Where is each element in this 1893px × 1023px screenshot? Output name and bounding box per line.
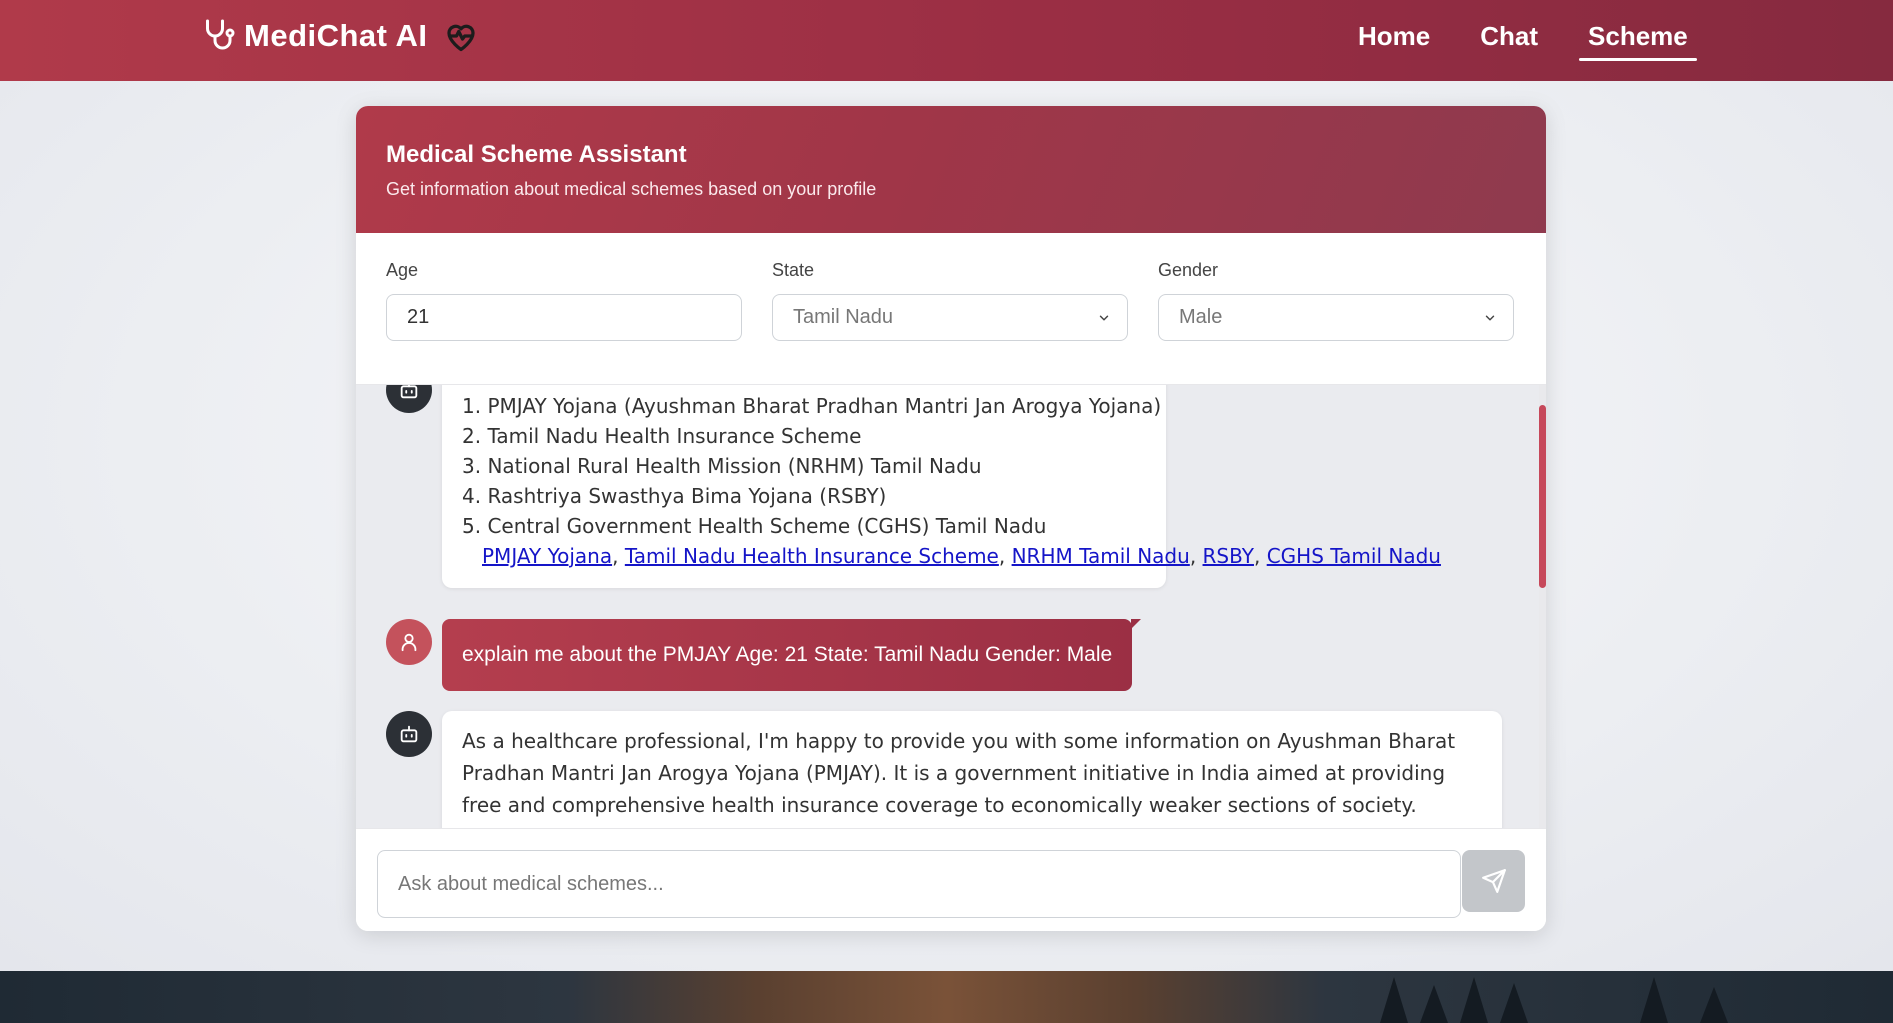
gender-select-value: Male — [1179, 306, 1223, 328]
nav-links: Home Chat Scheme — [1358, 0, 1738, 81]
age-input[interactable]: 21 — [386, 294, 742, 341]
list-item-text: Tamil Nadu Health Insurance Scheme — [487, 424, 862, 448]
age-field: Age 21 — [386, 260, 742, 341]
list-item: 1. PMJAY Yojana (Ayushman Bharat Pradhan… — [462, 391, 1161, 421]
background-scenery — [0, 971, 1893, 1023]
list-item-number: 5. — [462, 514, 482, 538]
list-item-number: 4. — [462, 484, 482, 508]
robot-icon — [400, 385, 418, 399]
link-rsby[interactable]: RSBY — [1203, 544, 1254, 568]
chat-scrollbar-thumb[interactable] — [1539, 405, 1546, 588]
user-avatar — [386, 619, 432, 665]
list-item: 3. National Rural Health Mission (NRHM) … — [462, 451, 1161, 481]
nav-link-chat[interactable]: Chat — [1480, 0, 1538, 81]
bot-message: As a healthcare professional, I'm happy … — [442, 711, 1502, 828]
nav-link-scheme[interactable]: Scheme — [1579, 0, 1697, 81]
user-icon — [401, 633, 417, 652]
state-field: State Tamil Nadu — [772, 260, 1128, 341]
chat-input-area: Ask about medical schemes... — [356, 828, 1546, 931]
tree-silhouette — [1460, 977, 1488, 1023]
heart-pulse-icon — [447, 24, 476, 52]
age-label: Age — [386, 260, 419, 280]
gender-field: Gender Male — [1158, 260, 1514, 341]
scheme-assistant-card: Medical Scheme Assistant Get information… — [356, 106, 1546, 931]
brand-title: MediChat AI — [244, 18, 428, 53]
tree-silhouette — [1380, 977, 1408, 1023]
scheme-links: PMJAY Yojana, Tamil Nadu Health Insuranc… — [462, 541, 1441, 571]
state-select-value: Tamil Nadu — [793, 306, 894, 328]
list-item-number: 2. — [462, 424, 482, 448]
bot-message: 1. PMJAY Yojana (Ayushman Bharat Pradhan… — [442, 385, 1441, 588]
tree-silhouette — [1640, 977, 1668, 1023]
list-item-text: PMJAY Yojana (Ayushman Bharat Pradhan Ma… — [487, 394, 1162, 418]
link-separator: , — [1189, 544, 1203, 568]
brand[interactable]: MediChat AI — [200, 18, 479, 54]
card-header: Medical Scheme Assistant Get information… — [356, 106, 1546, 233]
bot-avatar — [386, 385, 432, 413]
robot-icon — [400, 725, 418, 743]
list-item: 2. Tamil Nadu Health Insurance Scheme — [462, 421, 1161, 451]
link-separator: , — [1253, 544, 1267, 568]
chevron-down-icon — [1485, 315, 1495, 321]
card-title: Medical Scheme Assistant — [386, 141, 687, 168]
list-item-number: 3. — [462, 454, 482, 478]
list-item-number: 1. — [462, 394, 482, 418]
chat-messages[interactable]: 1. PMJAY Yojana (Ayushman Bharat Pradhan… — [356, 385, 1546, 828]
list-item-text: Rashtriya Swasthya Bima Yojana (RSBY) — [487, 484, 887, 508]
chevron-down-icon — [1099, 315, 1109, 321]
user-message: explain me about the PMJAY Age: 21 State… — [442, 619, 1142, 691]
stethoscope-icon — [206, 19, 235, 50]
state-label: State — [772, 260, 815, 280]
send-button[interactable] — [1462, 850, 1525, 912]
chat-input[interactable]: Ask about medical schemes... — [377, 850, 1461, 918]
tree-silhouette — [1420, 985, 1448, 1023]
nav-link-home[interactable]: Home — [1358, 0, 1430, 81]
link-cghs[interactable]: CGHS Tamil Nadu — [1267, 544, 1441, 568]
tree-silhouette — [1700, 987, 1728, 1023]
link-nrhm[interactable]: NRHM Tamil Nadu — [1012, 544, 1190, 568]
navbar: MediChat AI Home Chat Scheme — [0, 0, 1893, 81]
profile-form: Age 21 State Tamil Nadu Gender Male — [356, 233, 1546, 385]
link-pmjay[interactable]: PMJAY Yojana — [482, 544, 612, 568]
gender-label: Gender — [1158, 260, 1219, 280]
scheme-list: 1. PMJAY Yojana (Ayushman Bharat Pradhan… — [462, 391, 1161, 541]
list-item-text: Central Government Health Scheme (CGHS) … — [487, 514, 1047, 538]
card-subtitle: Get information about medical schemes ba… — [386, 179, 877, 199]
list-item: 5. Central Government Health Scheme (CGH… — [462, 511, 1161, 541]
link-separator: , — [998, 544, 1012, 568]
list-item-text: National Rural Health Mission (NRHM) Tam… — [487, 454, 982, 478]
state-select[interactable]: Tamil Nadu — [772, 294, 1128, 341]
list-item: 4. Rashtriya Swasthya Bima Yojana (RSBY) — [462, 481, 1161, 511]
link-tn-health-insurance[interactable]: Tamil Nadu Health Insurance Scheme — [625, 544, 999, 568]
send-icon — [1481, 869, 1506, 893]
link-separator: , — [612, 544, 625, 568]
gender-select[interactable]: Male — [1158, 294, 1514, 341]
bot-avatar — [386, 711, 432, 757]
tree-silhouette — [1500, 983, 1528, 1023]
